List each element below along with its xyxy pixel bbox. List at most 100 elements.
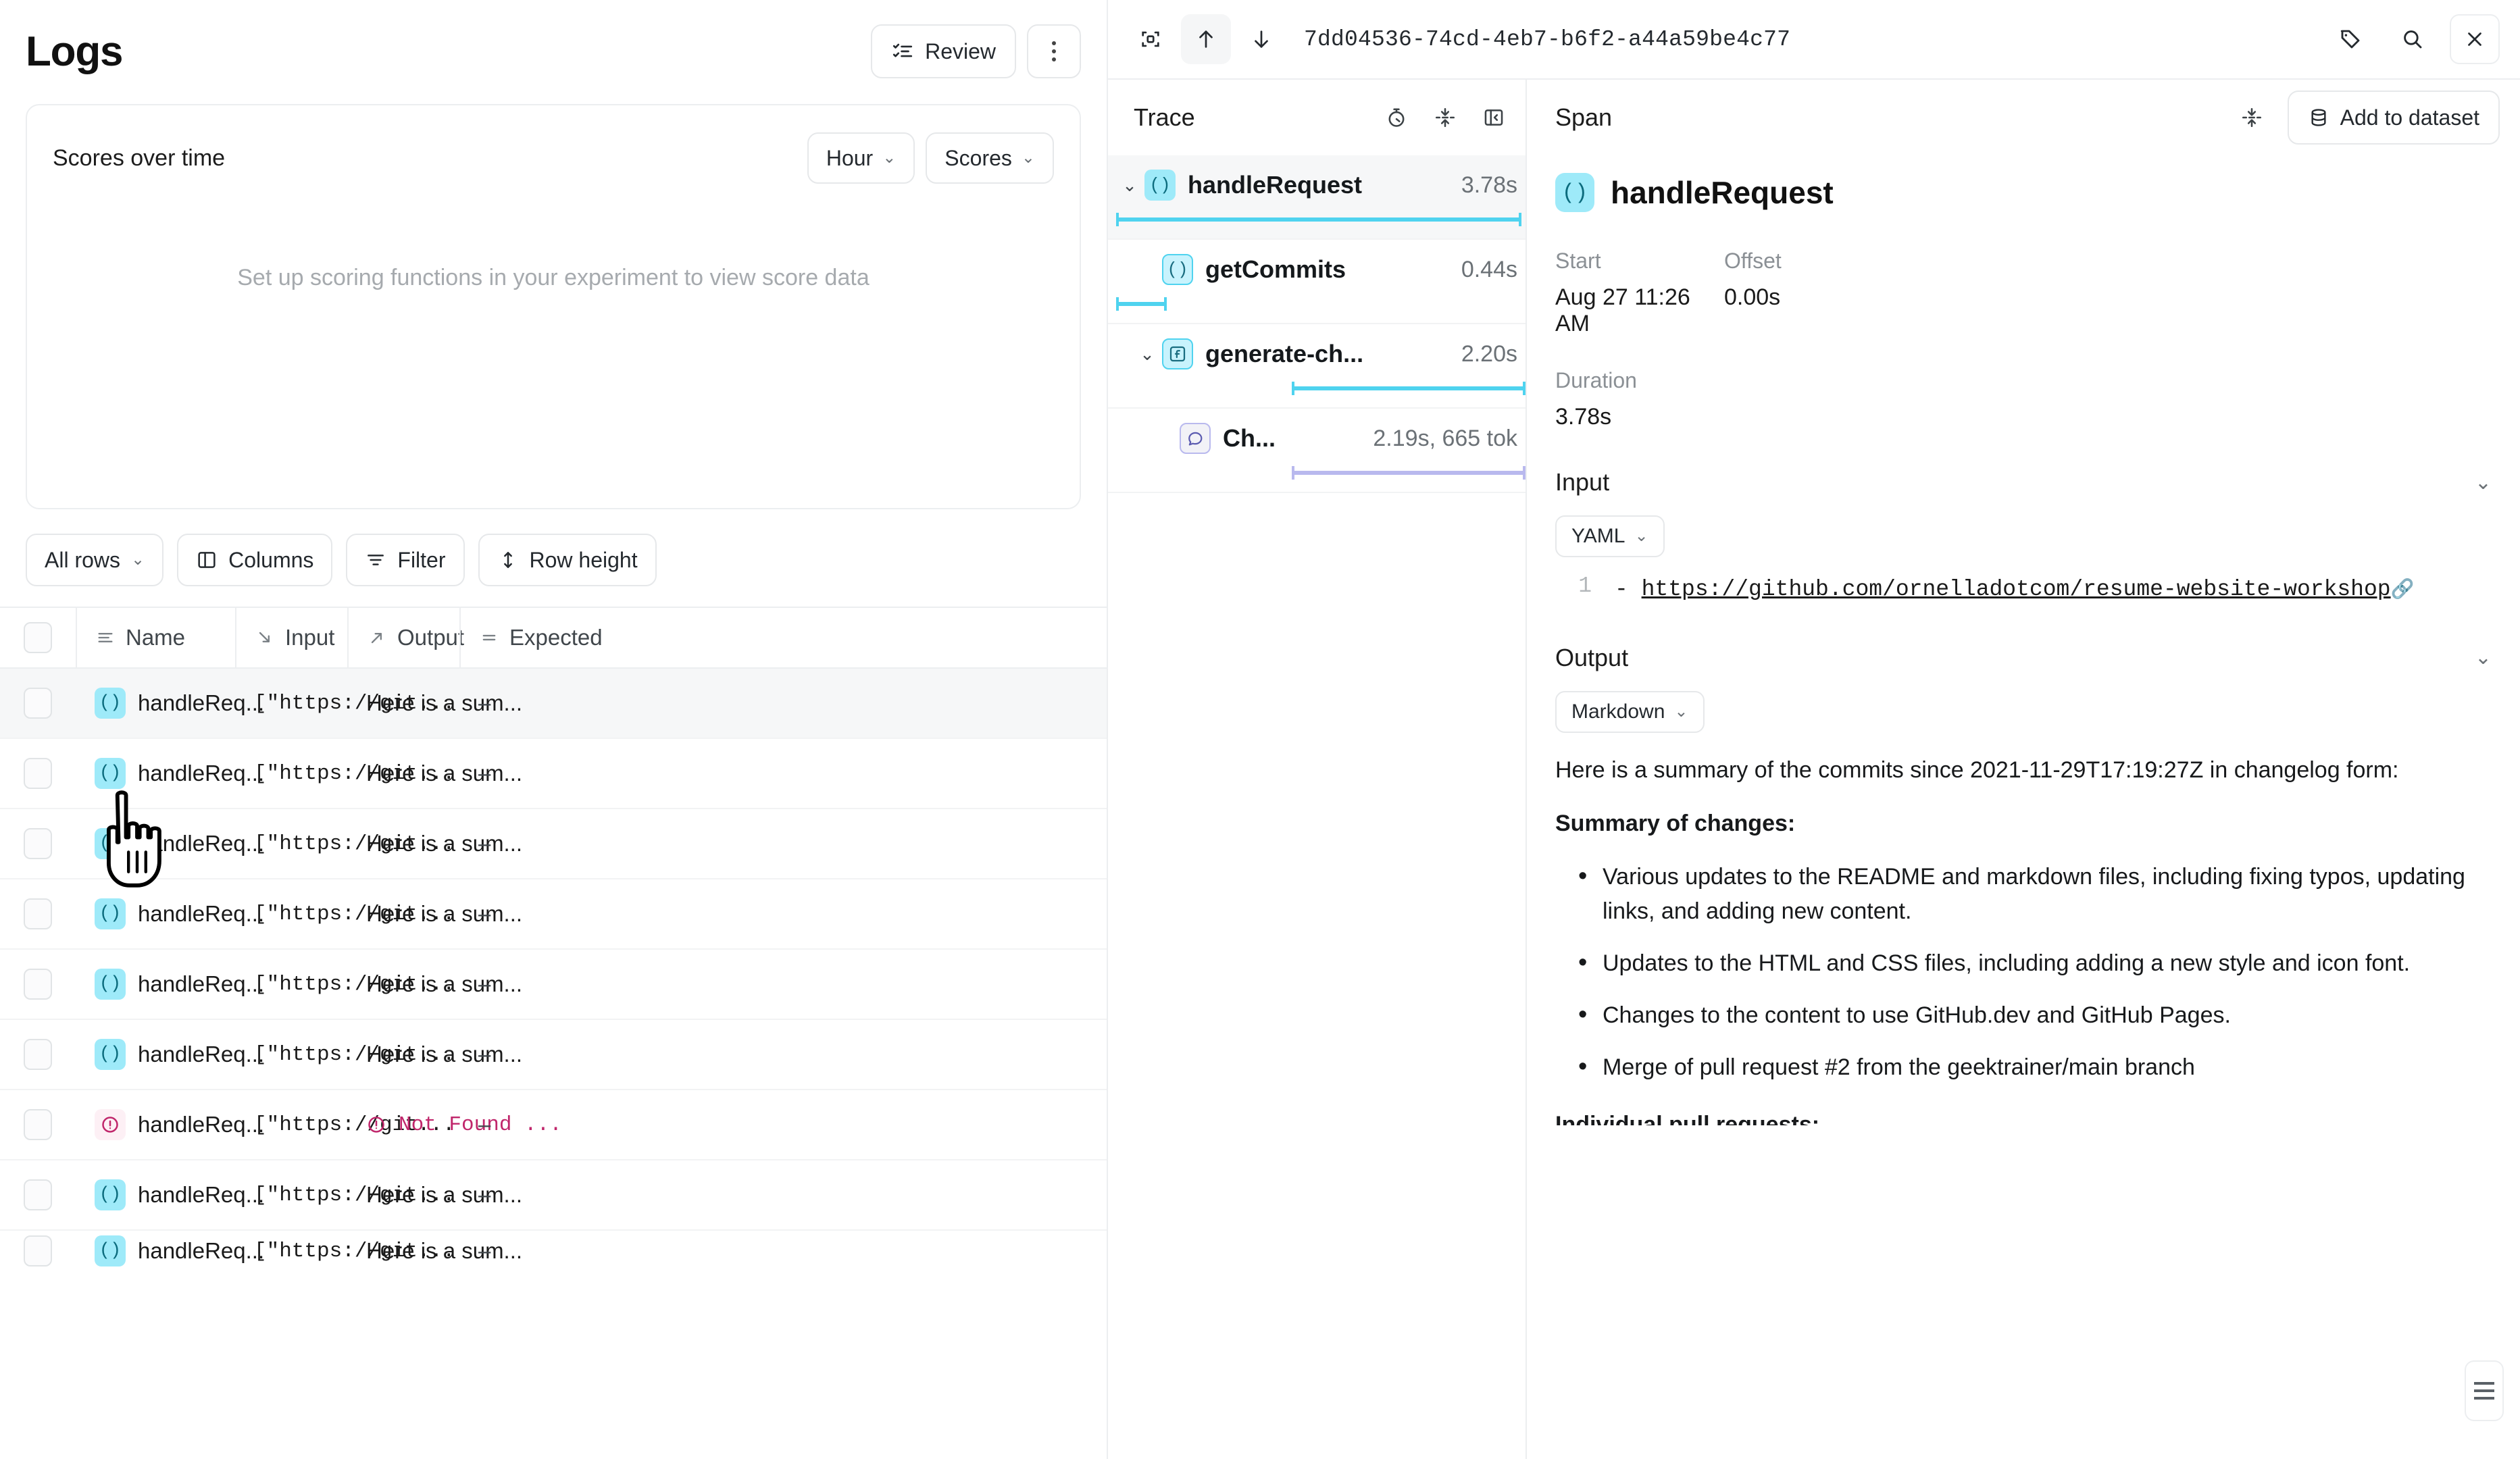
row-checkbox[interactable] [24, 969, 52, 1000]
chevron-down-icon[interactable]: ⌄ [1115, 175, 1144, 196]
cell-output: Here is a sum... [347, 831, 459, 856]
table-row[interactable]: ()handleReq...["https://git...Here is a … [0, 950, 1107, 1020]
trace-body: Trace [1108, 80, 2520, 1459]
header-actions: Review [871, 24, 1081, 78]
span-timeline-bar [1292, 386, 1526, 390]
table-row[interactable]: ()handleReq...["https://git...Here is a … [0, 1160, 1107, 1231]
cell-name: ()handleReq... [76, 758, 235, 789]
chevron-down-icon[interactable]: ⌄ [1132, 344, 1162, 365]
review-button[interactable]: Review [871, 24, 1016, 78]
search-button[interactable] [2388, 14, 2438, 64]
row-expected-text: – [478, 690, 490, 716]
trace-span-row[interactable]: ⌄generate-ch...2.20s [1108, 324, 1526, 409]
add-to-dataset-button[interactable]: Add to dataset [2288, 91, 2500, 145]
cell-expected: – [459, 1042, 662, 1067]
checklist-icon [891, 40, 914, 63]
output-bullet-item: Updates to the HTML and CSS files, inclu… [1562, 946, 2492, 981]
table-row[interactable]: ()handleReq...["https://git...Here is a … [0, 809, 1107, 879]
span-duration: Duration 3.78s [1555, 368, 1724, 430]
row-checkbox[interactable] [24, 688, 52, 719]
input-section-header[interactable]: Input ⌄ [1555, 468, 2492, 501]
span-timeline-bar [1292, 471, 1526, 475]
table-row[interactable]: ()handleReq...["https://git...Here is a … [0, 879, 1107, 950]
function-badge-icon: () [1144, 170, 1176, 201]
more-options-button[interactable] [1027, 24, 1081, 78]
link-icon: 🔗 [2391, 580, 2415, 601]
cell-input: ["https://git... [235, 832, 347, 856]
input-title: Input [1555, 468, 1609, 496]
row-expected-text: – [478, 1042, 490, 1067]
fullscreen-icon-button[interactable] [1126, 14, 1176, 64]
markdown-options-button[interactable] [2465, 1360, 2504, 1421]
text-lines-icon [96, 628, 115, 647]
row-checkbox[interactable] [24, 1179, 52, 1210]
table-row[interactable]: ()handleReq...["https://git...Here is a … [0, 669, 1107, 739]
output-bullet-item: Merge of pull request #2 from the geektr… [1562, 1050, 2492, 1085]
cell-expected: – [459, 761, 662, 786]
output-format-value: Markdown [1571, 700, 1665, 723]
collapse-all-button[interactable] [1423, 95, 1467, 140]
row-expected-text: – [478, 1112, 490, 1137]
columns-button[interactable]: Columns [177, 534, 332, 586]
cell-input: ["https://git... [235, 762, 347, 786]
row-checkbox[interactable] [24, 1235, 52, 1266]
timing-toggle-button[interactable] [1374, 95, 1419, 140]
input-url-link[interactable]: https://github.com/ornelladotcom/resume-… [1642, 577, 2391, 602]
chevron-down-icon: ⌄ [2475, 471, 2492, 494]
cell-expected: – [459, 1112, 662, 1137]
toggle-sidebar-button[interactable] [1471, 95, 1516, 140]
table-row[interactable]: ()handleReq...["https://git...Here is a … [0, 1231, 1107, 1271]
output-format-select[interactable]: Markdown ⌄ [1555, 691, 1705, 733]
granularity-select[interactable]: Hour ⌄ [807, 132, 915, 184]
table-row[interactable]: handleReq...["https://git...Not Found ..… [0, 1090, 1107, 1160]
close-panel-button[interactable] [2450, 14, 2500, 64]
tag-button[interactable] [2325, 14, 2375, 64]
metric-select[interactable]: Scores ⌄ [926, 132, 1054, 184]
trace-span-row[interactable]: ()getCommits0.44s [1108, 240, 1526, 324]
next-trace-button[interactable] [1236, 14, 1286, 64]
trace-span-row[interactable]: Ch...2.19s, 665 tok [1108, 409, 1526, 493]
row-checkbox[interactable] [24, 828, 52, 859]
duration-value: 3.78s [1555, 404, 1724, 430]
chart-header: Scores over time Hour ⌄ Scores ⌄ [27, 105, 1080, 184]
row-checkbox[interactable] [24, 898, 52, 929]
row-expected-text: – [478, 971, 490, 997]
column-header-input-label: Input [285, 625, 334, 650]
span-detail-column: Span [1527, 80, 2520, 1459]
row-height-button[interactable]: Row height [478, 534, 657, 586]
column-header-name[interactable]: Name [76, 607, 235, 669]
column-header-output[interactable]: Output [347, 607, 459, 669]
column-header-input[interactable]: Input [235, 607, 347, 669]
cell-expected: – [459, 831, 662, 856]
output-bullet-item: Changes to the content to use GitHub.dev… [1562, 998, 2492, 1033]
cell-output: Here is a sum... [347, 690, 459, 716]
span-meta-row-2: Duration 3.78s [1555, 368, 2492, 430]
table-row[interactable]: ()handleReq...["https://git...Here is a … [0, 739, 1107, 809]
column-header-expected[interactable]: Expected [459, 607, 662, 669]
cell-input: ["https://git... [235, 1113, 347, 1137]
chevron-down-icon: ⌄ [882, 150, 896, 166]
cell-name: ()handleReq... [76, 1039, 235, 1070]
row-expected-text: – [478, 901, 490, 927]
span-row-line: ⌄()handleRequest3.78s [1108, 155, 1526, 215]
cell-input: ["https://git... [235, 1183, 347, 1207]
page-header: Logs Review [0, 0, 1107, 89]
filter-button[interactable]: Filter [346, 534, 464, 586]
row-checkbox[interactable] [24, 1039, 52, 1070]
chevron-down-icon: ⌄ [1634, 528, 1648, 544]
previous-trace-button[interactable] [1181, 14, 1231, 64]
output-section-header[interactable]: Output ⌄ [1555, 644, 2492, 676]
row-checkbox[interactable] [24, 1109, 52, 1140]
arrow-down-right-icon [255, 628, 274, 647]
cell-output: Here is a sum... [347, 901, 459, 927]
function-badge-icon: () [95, 1039, 126, 1070]
all-rows-select[interactable]: All rows ⌄ [26, 534, 163, 586]
row-checkbox[interactable] [24, 758, 52, 789]
select-all-checkbox[interactable] [24, 622, 52, 653]
output-intro: Here is a summary of the commits since 2… [1555, 753, 2492, 788]
input-format-select[interactable]: YAML ⌄ [1555, 515, 1665, 557]
table-row[interactable]: ()handleReq...["https://git...Here is a … [0, 1020, 1107, 1090]
cell-input: ["https://git... [235, 973, 347, 996]
trace-span-row[interactable]: ⌄()handleRequest3.78s [1108, 155, 1526, 240]
collapse-sections-button[interactable] [2229, 95, 2274, 140]
